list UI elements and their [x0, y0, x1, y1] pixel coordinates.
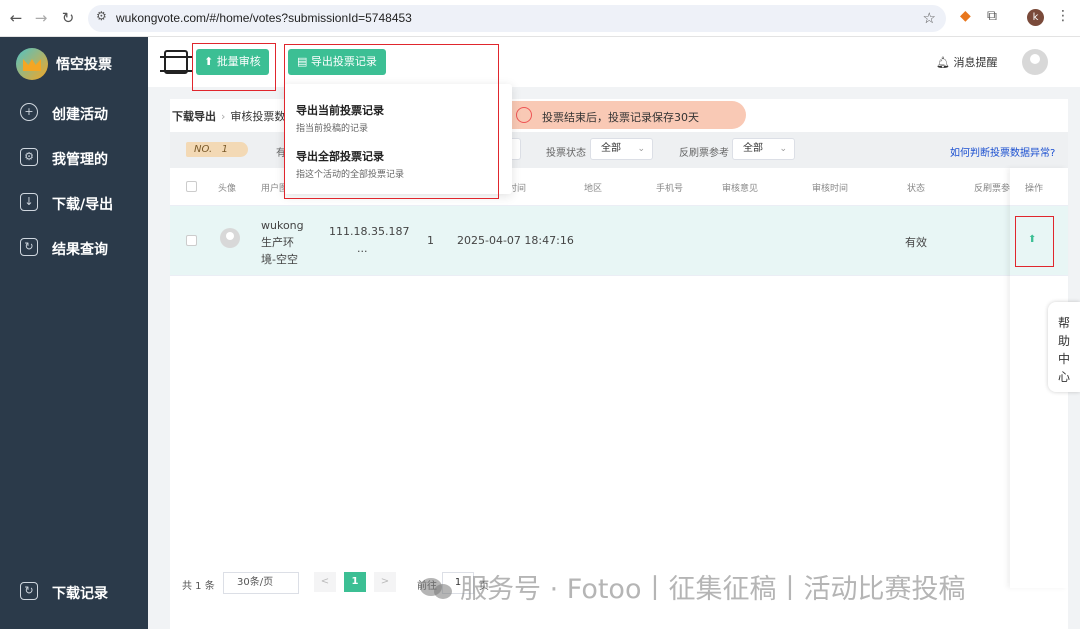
column-header: 状态	[907, 184, 926, 194]
chevron-down-icon: ⌄	[637, 144, 645, 154]
bell-icon: 🔔︎	[936, 56, 954, 69]
breadcrumb: 下载导出 › 审核投票数	[172, 108, 285, 124]
user-avatar[interactable]	[1022, 49, 1048, 75]
next-page-button[interactable]: >	[374, 572, 396, 592]
bookmark-star-icon[interactable]: ☆	[923, 9, 936, 27]
notice-banner: 投票结束后，投票记录保存30天	[512, 101, 746, 129]
page-size-select[interactable]: 30条/页	[223, 572, 299, 594]
extensions-puzzle-icon[interactable]: ⧉	[987, 8, 997, 24]
sidebar-item-label: 下载记录	[52, 586, 108, 602]
sidebar-item-create-activity[interactable]: + 创建活动	[0, 97, 148, 129]
address-bar[interactable]: ⚙ wukongvote.com/#/home/votes?submission…	[88, 5, 946, 32]
refresh-icon: ↻	[20, 238, 38, 256]
back-arrow-icon[interactable]: ←	[6, 8, 26, 28]
status-value: 有效	[905, 236, 927, 249]
column-header: 反刷票参	[974, 184, 1011, 194]
notification-link[interactable]: 🔔︎ 消息提醒	[936, 54, 997, 70]
ip-more[interactable]: ...	[357, 242, 368, 255]
sidebar-item-my-managed[interactable]: ⚙ 我管理的	[0, 142, 148, 174]
sidebar-item-download-records[interactable]: ↻ 下载记录	[0, 576, 148, 608]
voter-name: wukong 生产环 境-空空	[261, 219, 304, 266]
metamask-fox-icon[interactable]: ◆	[960, 8, 971, 24]
vote-time: 2025-04-07 18:47:16	[457, 234, 574, 247]
browser-menu-icon[interactable]: ⋮	[1056, 8, 1070, 24]
reload-icon[interactable]: ↻	[58, 8, 78, 28]
wechat-icon	[420, 576, 454, 602]
voter-ip: 111.18.35.187	[329, 225, 410, 238]
breadcrumb-separator: ›	[221, 110, 226, 123]
download-icon: ↓	[20, 193, 38, 211]
column-header: 头像	[218, 184, 237, 194]
column-header: 审核时间	[812, 184, 849, 194]
notify-label: 消息提醒	[953, 56, 998, 69]
anti-brush-select[interactable]: 全部 ⌄	[732, 138, 795, 160]
chevron-down-icon: ⌄	[779, 144, 787, 154]
sidebar-item-label: 我管理的	[52, 152, 108, 168]
highlight-box	[284, 44, 499, 199]
total-count: 共 1 条	[182, 581, 215, 592]
folder-gear-icon: ⚙	[20, 148, 38, 166]
sidebar: 悟空投票 + 创建活动 ⚙ 我管理的 ↓ 下载/导出 ↻ 结果查询 ↻ 下载记录	[0, 37, 148, 629]
sidebar-item-label: 结果查询	[52, 242, 108, 258]
voter-avatar	[220, 228, 240, 248]
brand-name: 悟空投票	[56, 57, 112, 73]
current-page-button[interactable]: 1	[344, 572, 366, 592]
clock-icon	[516, 107, 532, 123]
abnormal-data-help-link[interactable]: 如何判断投票数据异常?	[950, 144, 1055, 159]
highlight-box	[1015, 216, 1054, 267]
sidebar-item-label: 下载/导出	[52, 197, 114, 213]
breadcrumb-next[interactable]: 审核投票数	[230, 110, 285, 123]
profile-avatar[interactable]: k	[1027, 9, 1044, 26]
site-settings-icon[interactable]: ⚙	[96, 9, 107, 23]
row-checkbox[interactable]	[186, 235, 197, 246]
watermark-text: 服务号 · Fotoo丨征集征稿丨活动比赛投稿	[460, 574, 966, 605]
sidebar-item-download-export[interactable]: ↓ 下载/导出	[0, 187, 148, 219]
column-header: 手机号	[656, 184, 684, 194]
sidebar-item-label: 创建活动	[52, 107, 108, 123]
help-center-tab[interactable]: 帮助中心	[1048, 302, 1080, 392]
plus-circle-icon: +	[20, 103, 38, 121]
chip-icon[interactable]	[160, 50, 192, 74]
table-row[interactable]: wukong 生产环 境-空空 111.18.35.187 ... 1 2025-0…	[170, 206, 1068, 276]
watermark: 服务号 · Fotoo丨征集征稿丨活动比赛投稿	[420, 567, 965, 606]
vote-status-select[interactable]: 全部 ⌄	[590, 138, 653, 160]
banner-text: 投票结束后，投票记录保存30天	[542, 111, 699, 124]
vote-count: 1	[427, 234, 434, 247]
forward-arrow-icon[interactable]: →	[31, 8, 51, 28]
browser-toolbar: ← → ↻ ⚙ wukongvote.com/#/home/votes?subm…	[0, 0, 1080, 37]
breadcrumb-current[interactable]: 下载导出	[172, 110, 216, 123]
vote-status-label: 投票状态	[546, 148, 586, 159]
anti-brush-label: 反刷票参考	[679, 148, 729, 159]
highlight-box	[192, 43, 276, 91]
column-header: 地区	[584, 184, 603, 194]
sidebar-item-results[interactable]: ↻ 结果查询	[0, 232, 148, 264]
url-text: wukongvote.com/#/home/votes?submissionId…	[116, 11, 412, 25]
select-all-checkbox[interactable]	[186, 181, 197, 192]
column-header: 审核意见	[722, 184, 759, 194]
prev-page-button[interactable]: <	[314, 572, 336, 592]
no-badge: NO. 1	[186, 142, 248, 157]
record-icon: ↻	[20, 582, 38, 600]
brand-logo-icon	[16, 48, 48, 80]
